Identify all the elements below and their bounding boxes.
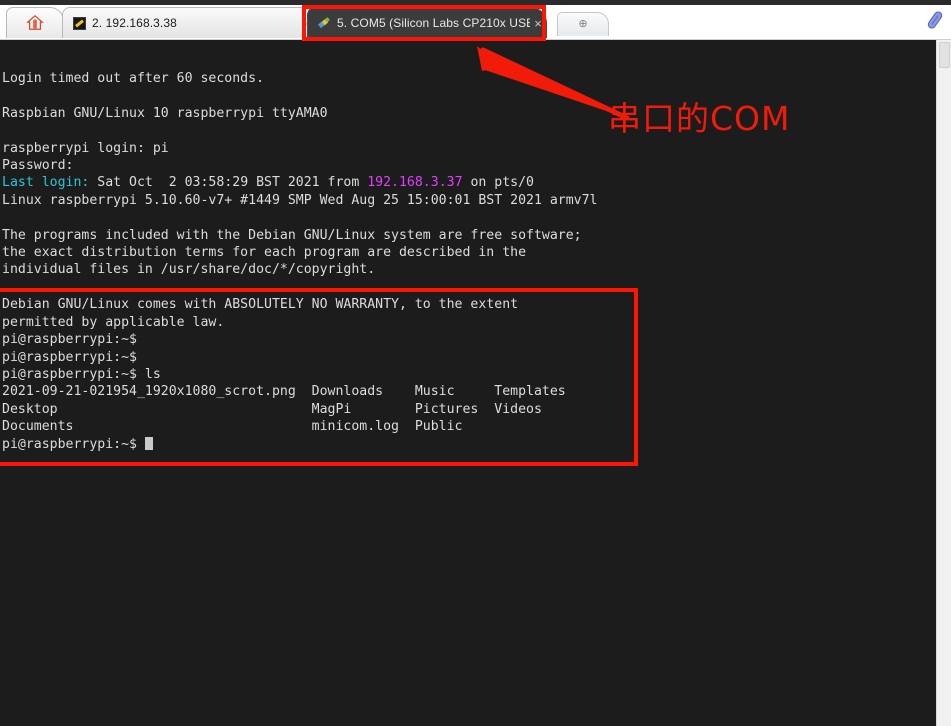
tab-com5-serial[interactable]: 5. COM5 (Silicon Labs CP210x USB ×: [307, 7, 547, 38]
terminal-text-segment: Linux raspberrypi 5.10.60-v7+ #1449 SMP …: [2, 192, 598, 208]
terminal-text-segment: the exact distribution terms for each pr…: [2, 245, 527, 261]
vertical-scrollbar[interactable]: [936, 40, 951, 726]
terminal-line: Desktop MagPi Pictures Videos: [2, 401, 597, 418]
tab-label: 5. COM5 (Silicon Labs CP210x USB: [337, 16, 530, 30]
terminal-line: pi@raspberrypi:~$: [2, 331, 597, 348]
terminal-output-pane[interactable]: Login timed out after 60 seconds. Raspbi…: [0, 40, 936, 726]
terminal-text-segment: pi@raspberrypi:~$: [2, 332, 137, 348]
terminal-text-segment: Debian GNU/Linux comes with ABSOLUTELY N…: [2, 297, 519, 313]
plus-icon: ⊕: [578, 18, 588, 30]
terminal-text: Login timed out after 60 seconds. Raspbi…: [2, 70, 597, 453]
tab-ssh-192-168-3-38[interactable]: 2. 192.168.3.38 ×: [62, 7, 316, 38]
new-tab-button[interactable]: ⊕: [557, 12, 609, 36]
terminal-line: raspberrypi login: pi: [2, 140, 597, 157]
terminal-line: permitted by applicable law.: [2, 314, 597, 331]
tab-bar: 2. 192.168.3.38 × 5. COM5 (Silicon Labs …: [0, 0, 951, 40]
terminal-line: Password:: [2, 157, 597, 174]
terminal-line: Last login: Sat Oct 2 03:58:29 BST 2021 …: [2, 174, 597, 191]
terminal-text-segment: Desktop MagPi Pictures Videos: [2, 401, 542, 417]
terminal-text-segment: Password:: [2, 158, 74, 174]
annotation-callout-text: 串口的COM: [608, 99, 791, 138]
terminal-text-segment: raspberrypi login: pi: [2, 140, 169, 156]
terminal-text-segment: individual files in /usr/share/doc/*/cop…: [2, 262, 376, 278]
terminal-line: the exact distribution terms for each pr…: [2, 244, 597, 261]
terminal-text-segment: pi@raspberrypi:~$: [2, 436, 145, 452]
terminal-line: Linux raspberrypi 5.10.60-v7+ #1449 SMP …: [2, 192, 597, 209]
terminal-line: The programs included with the Debian GN…: [2, 227, 597, 244]
terminal-line: pi@raspberrypi:~$: [2, 436, 597, 453]
terminal-line: pi@raspberrypi:~$: [2, 349, 597, 366]
home-icon: [26, 14, 44, 30]
tab-label: 2. 192.168.3.38: [92, 16, 177, 30]
terminal-text-segment: Last login:: [2, 175, 90, 191]
terminal-line: Debian GNU/Linux comes with ABSOLUTELY N…: [2, 296, 597, 313]
terminal-text-segment: Login timed out after 60 seconds.: [2, 71, 265, 86]
paperclip-icon[interactable]: [923, 8, 947, 32]
home-tab[interactable]: [6, 7, 64, 38]
terminal-text-segment: 2021-09-21-021954_1920x1080_scrot.png Do…: [2, 384, 566, 400]
terminal-cursor: [144, 436, 153, 450]
ssh-session-icon: [73, 16, 86, 30]
serial-plug-icon: [318, 16, 330, 28]
terminal-line: pi@raspberrypi:~$ ls: [2, 366, 597, 383]
tab-close-icon[interactable]: ×: [530, 17, 546, 30]
terminal-text-segment: pi@raspberrypi:~$ ls: [2, 366, 161, 382]
terminal-text-segment: Raspbian GNU/Linux 10 raspberrypi ttyAMA…: [2, 105, 328, 121]
terminal-text-segment: 192.168.3.37: [367, 175, 463, 191]
terminal-line: 2021-09-21-021954_1920x1080_scrot.png Do…: [2, 383, 597, 400]
tab-bar-top-strip: [0, 0, 951, 5]
terminal-line: Documents minicom.log Public: [2, 418, 597, 435]
scrollbar-thumb[interactable]: [939, 42, 950, 68]
terminal-text-segment: Documents minicom.log Public: [2, 419, 463, 435]
terminal-text-segment: on pts/0: [462, 175, 534, 191]
annotation-arrow-icon: [477, 46, 630, 120]
terminal-text-segment: pi@raspberrypi:~$: [2, 349, 137, 365]
terminal-text-segment: permitted by applicable law.: [2, 314, 225, 330]
terminal-text-segment: Sat Oct 2 03:58:29 BST 2021 from: [89, 175, 368, 191]
terminal-text-segment: The programs included with the Debian GN…: [2, 227, 582, 243]
terminal-line: individual files in /usr/share/doc/*/cop…: [2, 261, 597, 278]
